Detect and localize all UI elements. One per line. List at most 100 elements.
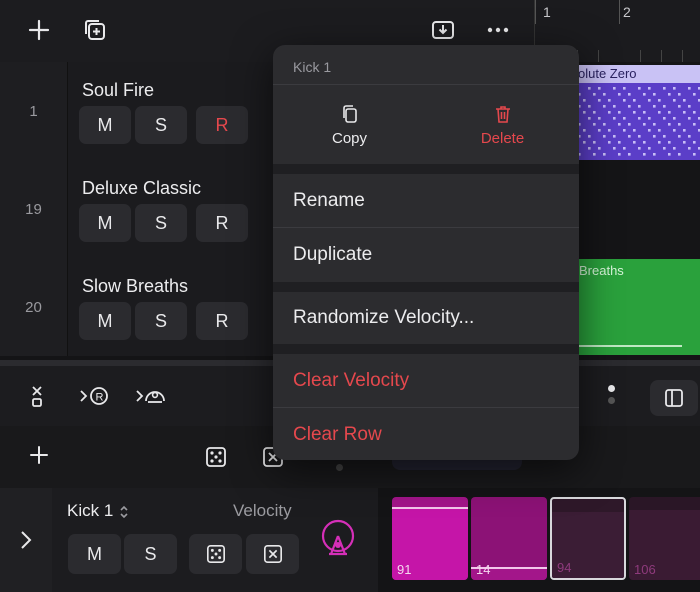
step-velocity-value: 91	[397, 562, 412, 577]
pattern-note-dot	[693, 123, 696, 126]
pattern-note-dot	[648, 129, 651, 132]
track-name: Soul Fire	[82, 80, 155, 100]
pattern-note-dot	[608, 99, 611, 102]
mute-button[interactable]: M	[79, 302, 131, 340]
pattern-note-dot	[583, 129, 586, 132]
pattern-note-dot	[588, 117, 591, 120]
pattern-note-dot	[648, 87, 651, 90]
duplicate-menu-item[interactable]: Duplicate	[293, 244, 372, 266]
pattern-note-dot	[628, 123, 631, 126]
pattern-note-dot	[678, 135, 681, 138]
record-button[interactable]: R	[196, 106, 248, 144]
ruler-tick	[640, 50, 641, 62]
clear-row-menu-item[interactable]: Clear Row	[293, 424, 382, 446]
pattern-note-dot	[588, 105, 591, 108]
import-icon[interactable]	[430, 17, 456, 43]
clear-row-button[interactable]	[246, 534, 299, 574]
pattern-note-dot	[628, 93, 631, 96]
clear-steps-icon[interactable]	[28, 384, 50, 408]
pattern-note-dot	[638, 117, 641, 120]
chevron-up-down-icon[interactable]	[118, 504, 130, 520]
pattern-note-dot	[583, 111, 586, 114]
page-dot-active	[608, 385, 615, 392]
menu-separator	[273, 164, 579, 174]
pattern-note-dot	[648, 117, 651, 120]
dice-icon[interactable]	[205, 446, 227, 468]
audio-region[interactable]: Breaths	[570, 259, 700, 355]
pattern-note-dot	[643, 141, 646, 144]
menu-divider	[273, 227, 579, 228]
pattern-note-dot	[683, 141, 686, 144]
pattern-note-dot	[623, 147, 626, 150]
ruler-tick	[682, 50, 683, 62]
pattern-note-dot	[693, 93, 696, 96]
drum-row-name[interactable]: Kick 1	[67, 501, 113, 521]
pattern-note-dot	[618, 111, 621, 114]
pattern-note-dot	[628, 105, 631, 108]
add-row-icon[interactable]	[28, 444, 50, 466]
pattern-note-dot	[628, 135, 631, 138]
step-cell[interactable]: 91	[392, 497, 468, 580]
clear-velocity-menu-item[interactable]: Clear Velocity	[293, 370, 409, 392]
pattern-note-dot	[633, 99, 636, 102]
solo-button[interactable]: S	[124, 534, 177, 574]
pattern-note-dot	[638, 105, 641, 108]
rename-menu-item[interactable]: Rename	[293, 190, 365, 212]
more-icon[interactable]	[485, 17, 511, 43]
copy-button[interactable]: Copy	[273, 86, 426, 164]
pattern-note-dot	[668, 111, 671, 114]
pattern-note-dot	[658, 129, 661, 132]
pattern-note-dot	[613, 135, 616, 138]
record-button[interactable]: R	[196, 204, 248, 242]
kick-drum-icon	[318, 518, 358, 562]
pattern-note-dot	[683, 129, 686, 132]
delete-button[interactable]: Delete	[426, 86, 579, 164]
mute-button[interactable]: M	[79, 106, 131, 144]
pattern-note-dot	[588, 87, 591, 90]
pattern-note-dot	[673, 147, 676, 150]
track-number: 19	[0, 160, 68, 258]
pattern-note-dot	[688, 105, 691, 108]
mute-button[interactable]: M	[68, 534, 121, 574]
velocity-line	[392, 507, 468, 509]
step-cell-selected[interactable]: 94	[550, 497, 626, 580]
solo-button[interactable]: S	[135, 302, 187, 340]
pattern-note-dot	[618, 93, 621, 96]
duplicate-track-icon[interactable]	[82, 17, 108, 43]
svg-text:R: R	[96, 392, 104, 404]
pattern-note-dot	[678, 153, 681, 156]
menu-separator	[273, 344, 579, 354]
sidebar-toggle-icon[interactable]	[650, 380, 698, 416]
record-mode-icon[interactable]: R	[78, 383, 112, 409]
live-loops-icon[interactable]	[134, 383, 168, 409]
pattern-note-dot	[688, 87, 691, 90]
pattern-region[interactable]: olute Zero	[570, 65, 700, 160]
randomize-velocity-menu-item[interactable]: Randomize Velocity...	[293, 307, 474, 329]
delete-label: Delete	[480, 129, 525, 147]
pattern-note-dot	[648, 99, 651, 102]
step-cell[interactable]: 14	[471, 497, 547, 580]
pattern-note-dot	[668, 93, 671, 96]
step-cell[interactable]: 106	[629, 497, 700, 580]
track-number: 20	[0, 258, 68, 356]
pattern-note-dot	[598, 87, 601, 90]
ruler-bar-line	[535, 0, 536, 24]
mute-button[interactable]: M	[79, 204, 131, 242]
page-dot	[336, 464, 343, 471]
pattern-note-dot	[603, 105, 606, 108]
step-velocity-grid[interactable]: 91 14 94 106	[378, 488, 700, 592]
randomize-button[interactable]	[189, 534, 242, 574]
pattern-note-dot	[603, 135, 606, 138]
solo-button[interactable]: S	[135, 204, 187, 242]
pattern-note-dot	[693, 111, 696, 114]
ruler-mark-1: 1	[543, 4, 551, 20]
pattern-note-dot	[623, 129, 626, 132]
step-velocity-value: 106	[634, 562, 656, 577]
chevron-right-icon[interactable]	[0, 488, 52, 592]
plus-icon[interactable]	[26, 17, 52, 43]
pattern-note-dot	[663, 147, 666, 150]
pattern-note-dot	[653, 135, 656, 138]
solo-button[interactable]: S	[135, 106, 187, 144]
pattern-note-dot	[693, 153, 696, 156]
record-button[interactable]: R	[196, 302, 248, 340]
